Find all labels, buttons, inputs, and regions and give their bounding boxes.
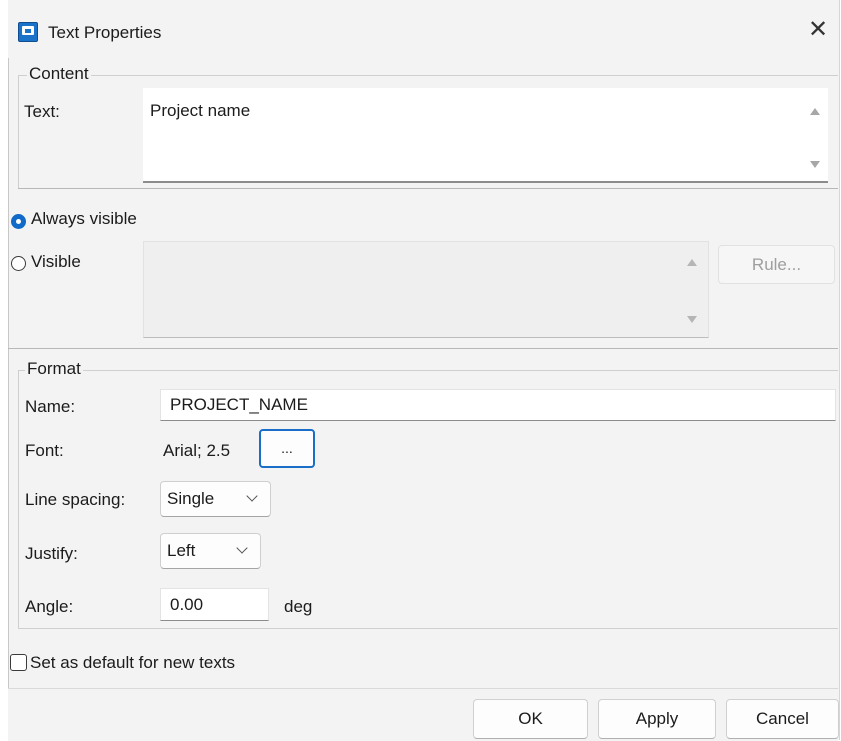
angle-field[interactable]: 0.00 — [160, 588, 269, 621]
content-group-border — [18, 75, 838, 76]
format-group-bottom-border — [18, 628, 838, 629]
always-visible-label: Always visible — [31, 209, 137, 228]
line-spacing-value: Single — [167, 489, 215, 508]
name-field[interactable]: PROJECT_NAME — [160, 389, 836, 421]
format-group-title: Format — [25, 359, 83, 379]
angle-unit: deg — [284, 597, 313, 616]
text-content-field[interactable]: Project name — [143, 88, 803, 183]
chevron-down-icon — [236, 542, 248, 554]
name-label: Name: — [25, 397, 76, 416]
set-default-checkbox[interactable] — [10, 654, 27, 671]
line-spacing-select[interactable]: Single — [160, 481, 271, 517]
dialog-title: Text Properties — [48, 23, 162, 42]
text-content-value: Project name — [150, 101, 251, 120]
rule-scrollbar — [680, 241, 705, 338]
visible-radio[interactable] — [11, 256, 26, 271]
ok-button[interactable]: OK — [473, 699, 588, 739]
content-group-left-border — [18, 75, 19, 188]
justify-value: Left — [167, 541, 196, 560]
close-icon[interactable]: ✕ — [808, 18, 828, 42]
cancel-button[interactable]: Cancel — [726, 699, 839, 739]
scroll-down-arrow-icon[interactable] — [810, 161, 820, 168]
chevron-down-icon — [246, 490, 258, 502]
format-group-left-border — [18, 370, 19, 628]
angle-label: Angle: — [25, 597, 74, 616]
font-label: Font: — [25, 441, 64, 460]
content-separator — [18, 188, 838, 189]
rule-button: Rule... — [718, 245, 835, 284]
content-group-title: Content — [27, 64, 91, 84]
justify-select[interactable]: Left — [160, 533, 261, 569]
line-spacing-label: Line spacing: — [25, 490, 126, 509]
set-default-label: Set as default for new texts — [30, 653, 236, 672]
visible-label: Visible — [31, 252, 81, 271]
scroll-up-arrow-icon — [687, 259, 697, 266]
scroll-down-arrow-icon — [687, 316, 697, 323]
format-group-border — [18, 370, 838, 371]
scroll-up-arrow-icon[interactable] — [810, 108, 820, 115]
app-window-icon — [18, 22, 38, 42]
visibility-separator — [8, 348, 838, 349]
font-value: Arial; 2.5 — [163, 441, 231, 460]
justify-label: Justify: — [25, 544, 78, 563]
text-scrollbar[interactable] — [803, 88, 828, 183]
apply-button[interactable]: Apply — [598, 699, 716, 739]
always-visible-radio[interactable] — [11, 214, 26, 229]
font-picker-button[interactable]: ... — [259, 429, 315, 468]
visibility-rule-field — [143, 241, 709, 338]
text-label: Text: — [24, 102, 60, 121]
